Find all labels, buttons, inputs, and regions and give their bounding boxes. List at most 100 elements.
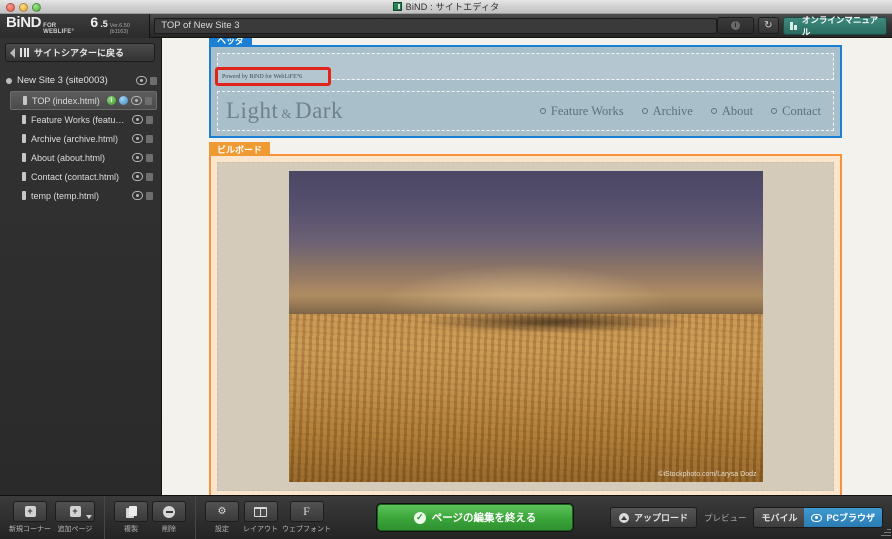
page-mark-icon [22,191,26,200]
page-visibility-icon[interactable] [131,96,142,105]
page-visibility-icon[interactable] [132,134,143,143]
layout-button[interactable] [243,501,278,522]
block-header-tab[interactable]: ヘッダ [209,38,253,47]
nav-link-about[interactable]: About [711,104,753,119]
book-icon [789,21,798,30]
delete-label: 削除 [162,526,176,533]
new-corner-button[interactable]: + [13,501,47,522]
nav-link-archive[interactable]: Archive [642,104,693,119]
check-circle-icon: ✓ [413,511,426,524]
page-lock-icon[interactable] [146,134,153,143]
page-canvas[interactable]: ヘッダ Powerd by BiND for WebLiFE°6 Light &… [162,38,892,495]
page-title-value: TOP of New Site 3 [161,20,240,31]
reload-button[interactable]: ↻ [758,17,779,34]
nav-link-contact[interactable]: Contact [771,104,821,119]
block-header[interactable]: ヘッダ Powerd by BiND for WebLiFE°6 Light &… [209,38,842,138]
webfont-button[interactable]: F [289,501,324,522]
block-billboard[interactable]: ビルボード ©iStockphoto.com/Larysa Dodz [209,142,842,495]
site-title-amp: & [281,106,292,121]
settings-tool[interactable]: ⚙ 設定 [205,501,239,534]
page-label: temp (temp.html) [31,190,100,201]
upload-icon [618,512,629,523]
billboard-inner-area[interactable]: ©iStockphoto.com/Larysa Dodz [217,162,834,491]
page-visibility-icon[interactable] [132,172,143,181]
global-nav: Feature Works Archive About Contact [540,104,825,119]
page-lock-icon[interactable] [146,115,153,124]
bottom-toolbar: + 新規コーナー + 追加ページ 複製 削除 ⚙ 設定 レイアウト F ウェブフ… [0,495,892,539]
delete-button[interactable] [152,501,186,522]
layout-icon [254,506,267,517]
page-visibility-icon[interactable] [132,115,143,124]
page-mark-icon [22,172,26,181]
page-title-field[interactable]: TOP of New Site 3 [154,17,717,34]
photo-credit-label: ©iStockphoto.com/Larysa Dodz [658,471,757,478]
window-resize-grip[interactable] [879,526,891,538]
sidebar-item-contact[interactable]: Contact (contact.html) [10,167,157,186]
eye-icon [811,513,823,522]
webfont-tool[interactable]: F ウェブフォント [282,501,331,534]
page-info-icon[interactable]: i [107,96,116,105]
site-visibility-icon[interactable] [136,76,147,85]
sidebar-item-feature-works[interactable]: Feature Works (feature-work... [10,110,157,129]
page-mark-icon [22,153,26,162]
add-page-button[interactable]: + [55,501,95,522]
site-name-label: New Site 3 (site0003) [17,75,108,86]
site-lock-icon[interactable] [150,76,157,85]
new-corner-tool[interactable]: + 新規コーナー [9,501,51,534]
page-lock-icon[interactable] [145,96,152,105]
publish-group: アップロード プレビュー モバイル PCブラウザ [609,507,892,528]
site-logo-title[interactable]: Light & Dark [226,98,343,124]
settings-label: 設定 [215,526,229,533]
zoom-button[interactable] [32,3,41,12]
sidebar-item-temp[interactable]: temp (temp.html) [10,186,157,205]
preview-mobile-label: モバイル [761,513,798,523]
upload-button[interactable]: アップロード [609,507,697,528]
close-button[interactable] [6,3,15,12]
duplicate-tool[interactable]: 複製 [114,501,148,534]
duplicate-button[interactable] [114,501,148,522]
sidebar-item-top[interactable]: TOP (index.html) i [10,91,157,110]
duplicate-icon [125,505,137,518]
billboard-photo[interactable]: ©iStockphoto.com/Larysa Dodz [288,171,763,482]
font-f-icon: F [303,504,310,518]
chevron-down-icon[interactable] [86,515,92,519]
add-page-tool[interactable]: + 追加ページ [55,501,95,534]
powered-by-highlight[interactable]: Powerd by BiND for WebLiFE°6 [215,67,331,86]
page-visibility-icon[interactable] [132,191,143,200]
sidebar-item-about[interactable]: About (about.html) [10,148,157,167]
preview-pc-browser-button[interactable]: PCブラウザ [804,508,882,527]
page-lock-icon[interactable] [146,153,153,162]
chevron-left-icon [10,47,15,58]
page-sidebar: サイトシアターに戻る New Site 3 (site0003) TOP (in… [0,38,162,495]
sidebar-item-archive[interactable]: Archive (archive.html) [10,129,157,148]
info-button[interactable]: i [716,17,755,34]
nav-link-feature-works[interactable]: Feature Works [540,104,624,119]
page-mark-icon [22,134,26,143]
page-lock-icon[interactable] [146,191,153,200]
page-create-group: + 新規コーナー + 追加ページ [0,496,104,539]
back-to-site-theater-button[interactable]: サイトシアターに戻る [5,43,155,62]
preview-mobile-button[interactable]: モバイル [754,508,805,527]
bind-site-editor-window: BiND : サイトエディタ BiND FOR WEBLIFE° 6 .5 Ve… [0,0,892,539]
delete-tool[interactable]: 削除 [152,501,186,534]
theater-bars-icon [20,48,29,57]
layout-tool[interactable]: レイアウト [243,501,278,534]
site-root-row[interactable]: New Site 3 (site0003) [0,71,161,90]
online-manual-button[interactable]: オンラインマニュアル [782,15,887,37]
page-visibility-icon[interactable] [132,153,143,162]
page-label: Contact (contact.html) [31,171,120,182]
preview-pc-browser-label: PCブラウザ [826,513,875,523]
header-title-area[interactable]: Light & Dark Feature Works Archive About… [217,91,834,131]
finish-editing-button[interactable]: ✓ ページの編集を終える [376,504,573,531]
page-status-icon[interactable] [119,96,128,105]
photo-dark-cloud [421,310,687,333]
app-toolbar: BiND FOR WEBLIFE° 6 .5 Ver.6.50 (b1163) … [0,13,892,38]
block-billboard-tab[interactable]: ビルボード [209,142,271,156]
page-settings-group: ⚙ 設定 レイアウト F ウェブフォント [196,496,340,539]
settings-button[interactable]: ⚙ [205,501,239,522]
gear-icon: ⚙ [217,506,227,517]
minimize-button[interactable] [19,3,28,12]
page-lock-icon[interactable] [146,172,153,181]
reload-icon: ↻ [764,20,773,31]
brand-logo: BiND FOR WEBLIFE° 6 .5 Ver.6.50 (b1163) [0,13,151,38]
